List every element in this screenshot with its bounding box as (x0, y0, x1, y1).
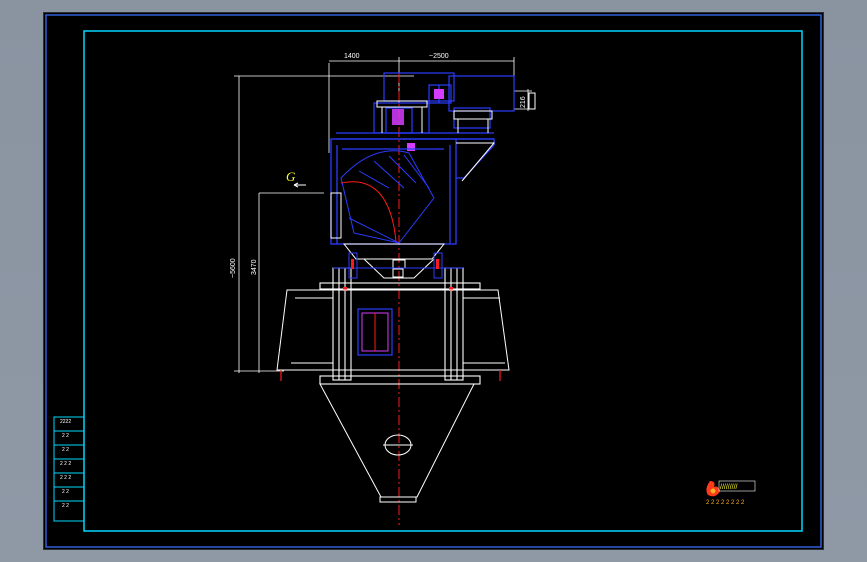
dim-inlet-height: 3470 (251, 259, 258, 275)
drive-accent-parts (392, 89, 444, 151)
mid-frame (319, 267, 481, 385)
title-row-5: 2 2 2 (60, 475, 71, 481)
drawing-sheet: 1400 ~2500 ~5600 3470 216 G 2222 2 2 2 2… (44, 13, 823, 549)
lower-hopper (319, 383, 475, 503)
elbow-duct (340, 150, 435, 244)
title-block-text: 2222 2 2 2 2 2 2 2 2 2 2 2 2 2 2 (60, 419, 71, 509)
logo-hatch: ///////// (720, 484, 738, 491)
title-row-6: 2 2 (62, 489, 69, 495)
drive-assembly (336, 72, 515, 140)
upper-housing (330, 138, 495, 245)
view-marker-arrow (293, 182, 306, 188)
dim-overall-height: ~5600 (230, 258, 237, 278)
dim-top-right: ~2500 (429, 53, 449, 60)
view-marker-label: G (286, 169, 296, 184)
drawing-canvas: 1400 ~2500 ~5600 3470 216 G 2222 2 2 2 2… (45, 14, 822, 548)
logo-caption: 2 2 2 2 2 2 2 2 (706, 500, 745, 506)
inner-chute (342, 243, 446, 279)
title-row-1: 2222 (60, 419, 71, 425)
dim-top-left: 1400 (344, 53, 360, 60)
title-row-4: 2 2 2 (60, 461, 71, 467)
dim-motor-size: 216 (520, 96, 527, 108)
title-row-7: 2 2 (62, 503, 69, 509)
dimension-lines (234, 57, 532, 373)
main-body (276, 289, 510, 371)
cad-viewport: 1400 ~2500 ~5600 3470 216 G 2222 2 2 2 2… (0, 0, 867, 562)
red-markers (343, 259, 453, 291)
logo-dot-icon (710, 488, 716, 494)
title-row-3: 2 2 (62, 447, 69, 453)
outer-frame (45, 14, 822, 548)
title-row-2: 2 2 (62, 433, 69, 439)
title-block (53, 416, 85, 522)
company-logo: ///////// 2 2 2 2 2 2 2 2 (706, 480, 756, 506)
housing-top-white (330, 142, 496, 239)
inner-frame (83, 30, 803, 532)
